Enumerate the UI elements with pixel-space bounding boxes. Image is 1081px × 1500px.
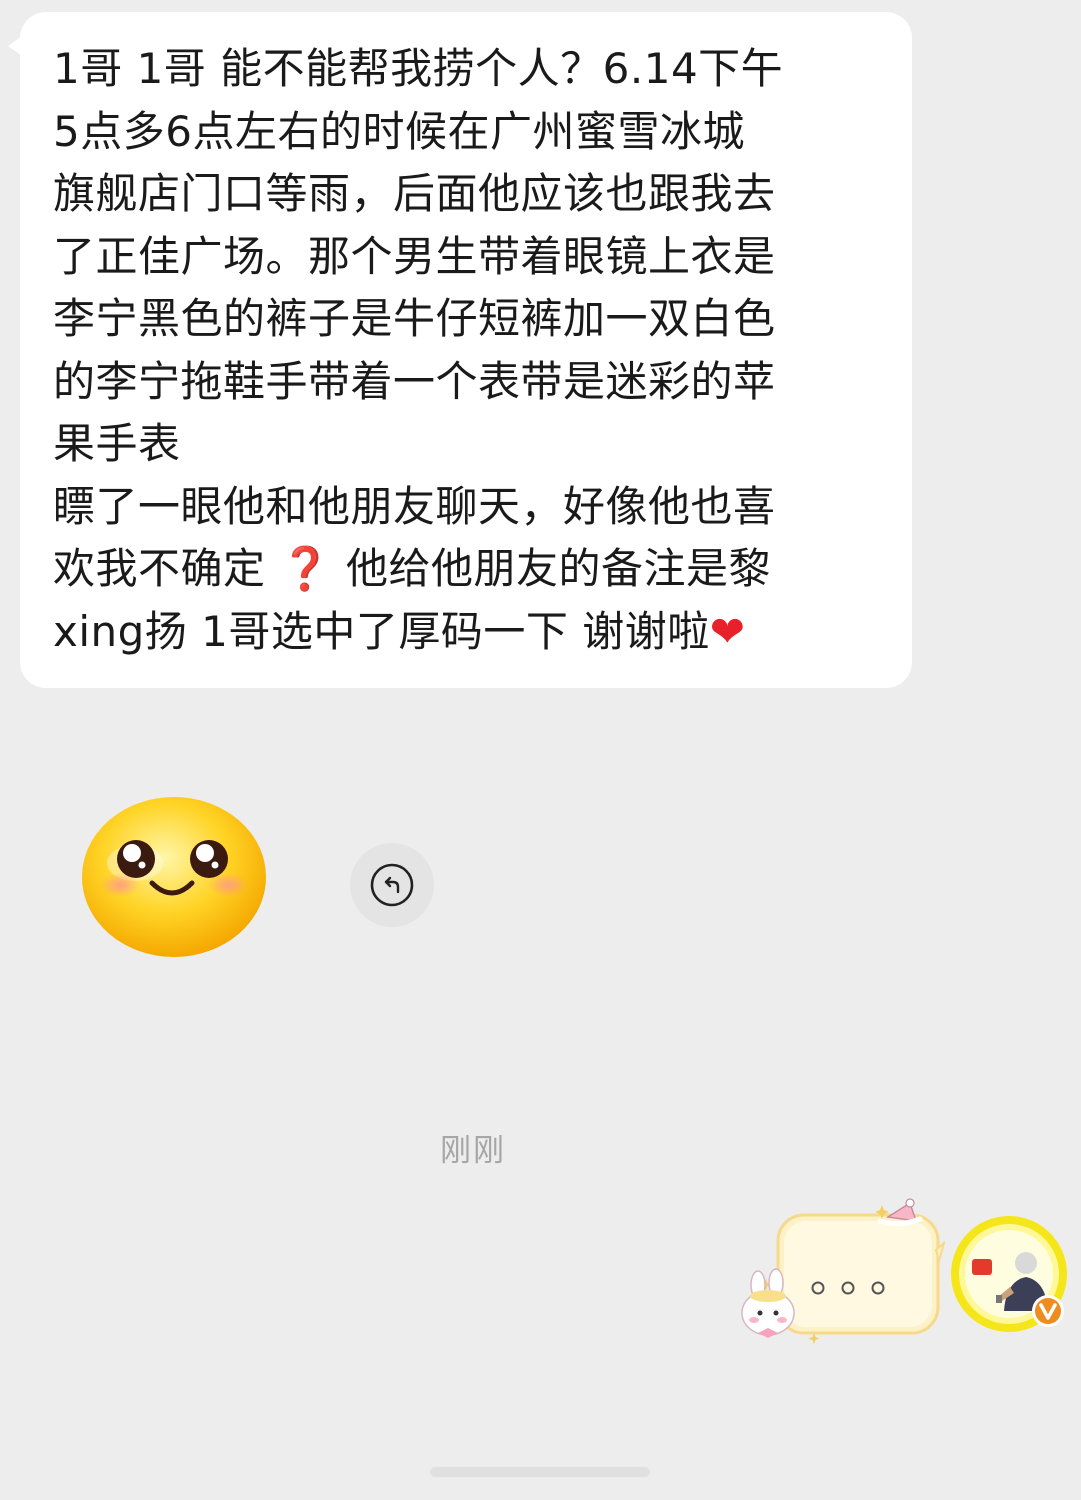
message-line: 瞟了一眼他和他朋友聊天，好像他也喜 xyxy=(53,481,776,531)
question-mark-icon: ❓ xyxy=(279,544,333,593)
message-line: 的李宁拖鞋手带着一个表带是迷彩的苹 xyxy=(53,356,776,406)
smiley-face-icon xyxy=(82,797,266,957)
message-line: 5点多6点左右的时候在广州蜜雪冰城 xyxy=(53,106,745,156)
message-line: 他给他朋友的备注是黎 xyxy=(346,544,772,593)
message-text: 1哥 1哥 能不能帮我捞个人？6.14下午 5点多6点左右的时候在广州蜜雪冰城 … xyxy=(53,38,872,663)
reply-arrow-icon xyxy=(370,863,414,907)
message-line: 1哥 1哥 能不能帮我捞个人？6.14下午 xyxy=(53,44,784,93)
message-line: 了正佳广场。那个男生带着眼镜上衣是 xyxy=(53,231,776,281)
message-line: 欢我不确定 xyxy=(53,544,266,593)
incoming-message-bubble[interactable]: 1哥 1哥 能不能帮我捞个人？6.14下午 5点多6点左右的时候在广州蜜雪冰城 … xyxy=(20,12,912,688)
red-heart-icon: ❤ xyxy=(709,606,746,656)
message-line: 李宁黑色的裤子是牛仔短裤加一双白色 xyxy=(53,294,776,343)
avatar-icon xyxy=(951,1216,1067,1332)
smiley-face-sticker[interactable] xyxy=(80,795,270,960)
user-avatar[interactable] xyxy=(950,1215,1068,1333)
typing-indicator-bubble[interactable] xyxy=(740,1195,946,1345)
message-line: 果手表 xyxy=(53,419,181,468)
message-timestamp: 刚刚 xyxy=(440,1133,506,1169)
decorated-bubble-icon xyxy=(741,1198,946,1344)
home-indicator[interactable] xyxy=(430,1467,650,1477)
message-line: xing扬 1哥选中了厚码一下 谢谢啦 xyxy=(53,606,710,656)
message-line: 旗舰店门口等雨，后面他应该也跟我去 xyxy=(53,169,776,218)
reply-button[interactable] xyxy=(350,843,434,927)
